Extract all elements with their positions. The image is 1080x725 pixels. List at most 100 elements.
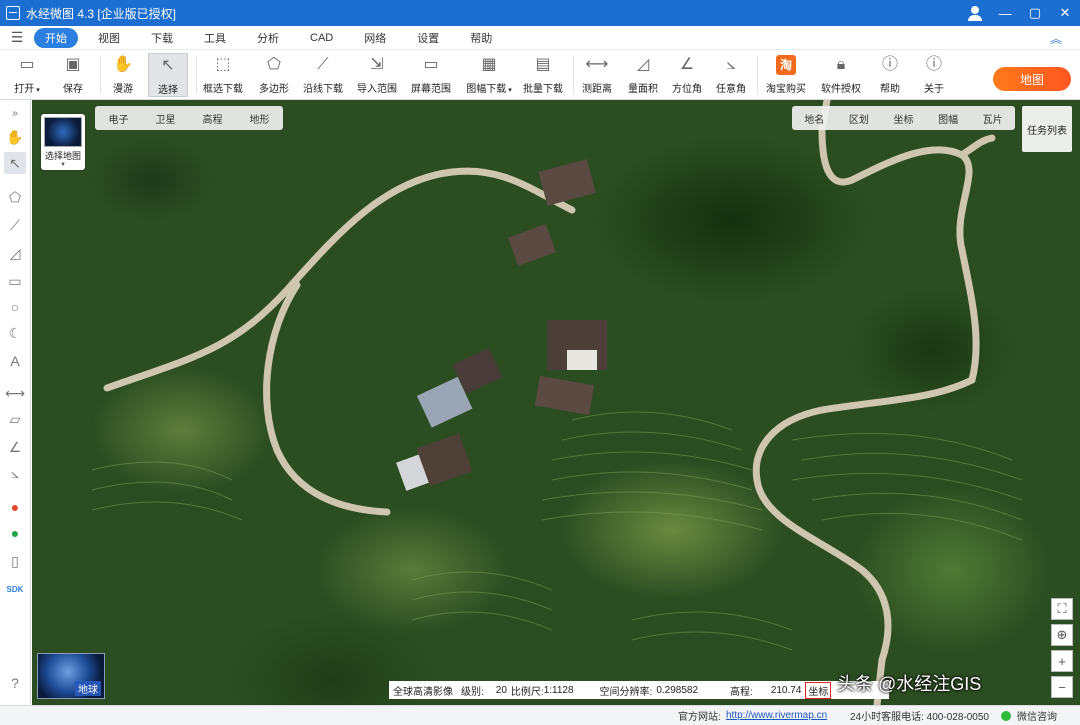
mobile-icon[interactable]: ▯ bbox=[4, 550, 26, 572]
polyline-icon: ⟋ bbox=[317, 56, 329, 73]
select-button[interactable]: ↖ 选择 bbox=[148, 53, 188, 97]
measure-area-button[interactable]: ◿ 量面积 bbox=[624, 53, 662, 97]
app-logo-icon bbox=[6, 6, 20, 20]
measure-line-icon[interactable]: ◿ bbox=[4, 242, 26, 264]
zoom-out-button[interactable]: − bbox=[1051, 676, 1073, 698]
hand-icon: ✋ bbox=[113, 56, 133, 73]
menu-help[interactable]: 帮助 bbox=[459, 28, 503, 48]
open-button[interactable]: ▭ 打开 ▾ bbox=[10, 53, 44, 97]
watermark-text: 头条 @水经注GIS bbox=[837, 674, 982, 694]
fullscreen-icon[interactable]: ⛶ bbox=[1051, 598, 1073, 620]
line-download-button[interactable]: ⟋ 沿线下载 bbox=[300, 53, 346, 97]
taobao-icon: 淘 bbox=[776, 55, 796, 75]
about-button[interactable]: ⓘ 关于 bbox=[916, 53, 952, 97]
azimuth-icon[interactable]: ∠ bbox=[4, 436, 26, 458]
overlay-districts[interactable]: 区划 bbox=[849, 111, 869, 126]
menu-start[interactable]: 开始 bbox=[34, 27, 78, 48]
menu-bar: ☰ 开始 视图 下载 工具 分析 CAD 网络 设置 帮助 ︽ bbox=[0, 26, 1080, 50]
save-icon: ▣ bbox=[65, 56, 81, 73]
azimuth-button[interactable]: ∠ 方位角 bbox=[668, 53, 706, 97]
sdk-icon[interactable]: SDK bbox=[4, 578, 26, 600]
angle-icon[interactable]: ⦣ bbox=[4, 462, 26, 484]
coordinate-label: 坐标 bbox=[805, 681, 832, 699]
angle-icon: ⦣ bbox=[726, 56, 736, 73]
cursor-icon[interactable]: ↖ bbox=[4, 152, 26, 174]
question-icon: ⓘ bbox=[881, 56, 898, 73]
polygon-draw-icon[interactable]: ⬠ bbox=[4, 186, 26, 208]
hamburger-menu-icon[interactable]: ☰ bbox=[0, 29, 34, 46]
menu-network[interactable]: 网络 bbox=[353, 28, 397, 48]
resolution-label: 空间分辨率: bbox=[599, 686, 653, 698]
plugin-green-icon[interactable]: ● bbox=[4, 522, 26, 544]
menu-analysis[interactable]: 分析 bbox=[246, 28, 290, 48]
menu-view[interactable]: 视图 bbox=[87, 28, 131, 48]
menu-download[interactable]: 下载 bbox=[140, 28, 184, 48]
earth-map-button[interactable]: 地图 bbox=[993, 67, 1071, 91]
overlay-tiles[interactable]: 瓦片 bbox=[983, 111, 1003, 126]
area-icon[interactable]: ▱ bbox=[4, 408, 26, 430]
rectangle-icon[interactable]: ▭ bbox=[4, 270, 26, 292]
tab-electronic[interactable]: 电子 bbox=[95, 111, 142, 126]
overlay-sheets[interactable]: 图幅 bbox=[938, 111, 958, 126]
minimize-button[interactable]: — bbox=[990, 0, 1020, 26]
hand-icon[interactable]: ✋ bbox=[4, 126, 26, 148]
elevation-label: 高程: bbox=[730, 686, 753, 698]
crescent-icon[interactable]: ☾ bbox=[4, 322, 26, 344]
menu-settings[interactable]: 设置 bbox=[406, 28, 450, 48]
sheet-download-button[interactable]: ▦ 图幅下载 ▾ bbox=[462, 53, 516, 97]
circle-icon[interactable]: ○ bbox=[4, 296, 26, 318]
plugin-colorful-icon[interactable]: ● bbox=[4, 496, 26, 518]
level-label: 级别: bbox=[461, 686, 484, 698]
pan-button[interactable]: ✋ 漫游 bbox=[106, 53, 140, 97]
bottom-status-bar: 官方网站: http://www.rivermap.cn 24小时客服电话: 4… bbox=[0, 705, 1080, 725]
zoom-in-button[interactable]: + bbox=[1051, 650, 1073, 672]
tab-satellite[interactable]: 卫星 bbox=[142, 111, 189, 126]
cursor-icon: ↖ bbox=[161, 57, 175, 74]
overlay-coordinates[interactable]: 坐标 bbox=[893, 111, 913, 126]
batch-icon: ▤ bbox=[535, 56, 551, 73]
expand-panel-icon[interactable]: » bbox=[4, 102, 26, 124]
azimuth-icon: ∠ bbox=[679, 56, 695, 73]
globe-overview[interactable]: 地球 bbox=[37, 653, 105, 699]
help-button[interactable]: ⓘ 帮助 bbox=[872, 53, 908, 97]
polygon-button[interactable]: ⬠ 多边形 bbox=[254, 53, 294, 97]
tab-elevation[interactable]: 高程 bbox=[189, 111, 236, 126]
help-circle-icon[interactable]: ? bbox=[4, 672, 26, 694]
close-button[interactable]: ✕ bbox=[1050, 0, 1080, 26]
batch-download-button[interactable]: ▤ 批量下载 bbox=[520, 53, 566, 97]
any-angle-button[interactable]: ⦣ 任意角 bbox=[712, 53, 750, 97]
measure-distance-button[interactable]: ⟷ 测距离 bbox=[578, 53, 616, 97]
screen-range-button[interactable]: ▭ 屏幕范围 bbox=[408, 53, 454, 97]
wechat-consult-button[interactable]: 微信咨询 bbox=[1001, 708, 1057, 723]
save-button[interactable]: ▣ 保存 bbox=[56, 53, 90, 97]
taobao-buy-button[interactable]: 淘 淘宝购买 bbox=[763, 53, 809, 97]
service-hotline: 24小时客服电话: 400-028-0050 bbox=[850, 712, 989, 723]
left-tool-strip: » ✋ ↖ ⬠ ⟋ ◿ ▭ ○ ☾ A ⟷ ▱ ∠ ⦣ ● ● ▯ SDK ? bbox=[0, 100, 31, 705]
import-range-button[interactable]: ⇲ 导入范围 bbox=[354, 53, 400, 97]
task-list-button[interactable]: 任务列表 bbox=[1022, 106, 1072, 152]
collapse-ribbon-icon[interactable]: ︽ bbox=[1050, 30, 1062, 47]
polyline-draw-icon[interactable]: ⟋ bbox=[4, 214, 26, 236]
menu-cad[interactable]: CAD bbox=[299, 30, 344, 46]
tab-terrain[interactable]: 地形 bbox=[236, 111, 283, 126]
map-view[interactable]: 选择地图 ▼ 电子 卫星 高程 地形 地名 区划 坐标 图幅 瓦片 任务列表 地… bbox=[32, 100, 1080, 705]
user-icon[interactable] bbox=[960, 0, 990, 26]
menu-tools[interactable]: 工具 bbox=[193, 28, 237, 48]
official-site-label: 官方网站: bbox=[678, 712, 721, 723]
maximize-button[interactable]: ▢ bbox=[1020, 0, 1050, 26]
window-controls: — ▢ ✕ bbox=[960, 0, 1080, 26]
resolution-value: 0.298582 bbox=[656, 684, 699, 696]
map-switcher[interactable]: 选择地图 ▼ bbox=[41, 114, 85, 170]
software-license-button[interactable]: 🔒︎ 软件授权 bbox=[818, 53, 864, 97]
map-type-tabs: 电子 卫星 高程 地形 bbox=[95, 106, 283, 130]
lock-icon: 🔒︎ bbox=[836, 56, 846, 73]
box-download-button[interactable]: ⬚ 框选下载 bbox=[200, 53, 246, 97]
locate-icon[interactable]: ⊕ bbox=[1051, 624, 1073, 646]
overlay-place-names[interactable]: 地名 bbox=[804, 111, 824, 126]
title-bar: 水经微图 4.3 [企业版已授权] — ▢ ✕ bbox=[0, 0, 1080, 26]
satellite-imagery bbox=[91, 100, 1023, 705]
text-tool-icon[interactable]: A bbox=[4, 350, 26, 372]
info-icon: ⓘ bbox=[925, 56, 942, 73]
ruler-icon[interactable]: ⟷ bbox=[4, 382, 26, 404]
official-site-link[interactable]: http://www.rivermap.cn bbox=[726, 710, 827, 721]
